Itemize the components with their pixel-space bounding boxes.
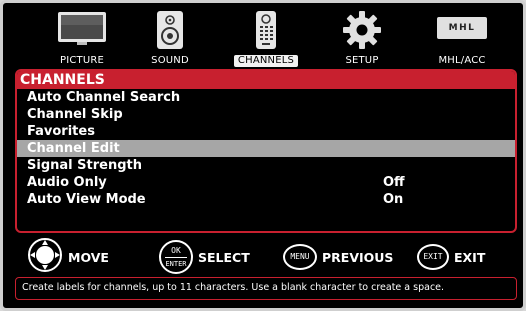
picture-icon xyxy=(55,10,109,50)
menu-item-label: Auto Channel Search xyxy=(27,90,181,105)
legend-exit: EXIT EXIT xyxy=(417,239,485,275)
category-bar: PICTURE SOUND CHANNELS SETUP MHL MHL/ACC xyxy=(17,7,517,69)
ok-key-text: OK xyxy=(171,245,181,255)
exit-button-icon: EXIT xyxy=(417,244,449,270)
category-setup[interactable]: SETUP xyxy=(317,7,407,69)
menu-item-audio-only[interactable]: Audio Only Off xyxy=(17,174,515,191)
legend-move: MOVE xyxy=(27,237,109,277)
category-label-sound: SOUND xyxy=(151,55,189,66)
menu-key-text: MENU xyxy=(290,252,310,261)
category-label-setup: SETUP xyxy=(345,55,379,66)
menu-item-label: Channel Skip xyxy=(27,107,123,122)
menu-item-label: Channel Edit xyxy=(27,141,120,156)
menu-item-value: On xyxy=(383,192,404,207)
ok-enter-button-icon: OK ENTER xyxy=(159,240,193,274)
menu-item-value: Off xyxy=(383,175,405,190)
dpad-icon xyxy=(27,237,63,277)
menu-item-label: Favorites xyxy=(27,124,95,139)
menu-item-channel-skip[interactable]: Channel Skip xyxy=(17,106,515,123)
legend-select-label: SELECT xyxy=(198,249,250,265)
menu-button-icon: MENU xyxy=(283,244,317,270)
legend-previous: MENU PREVIOUS xyxy=(283,239,393,275)
help-text: Create labels for channels, up to 11 cha… xyxy=(22,282,445,293)
enter-key-text: ENTER xyxy=(165,259,187,268)
legend-exit-label: EXIT xyxy=(454,249,486,265)
menu-item-channel-edit[interactable]: Channel Edit xyxy=(17,140,515,157)
exit-key-text: EXIT xyxy=(423,252,443,261)
menu-title: CHANNELS xyxy=(17,71,515,89)
menu-list: Auto Channel Search Channel Skip Favorit… xyxy=(17,89,515,208)
mhl-logo-text: MHL xyxy=(448,23,476,33)
menu-item-label: Auto View Mode xyxy=(27,192,146,207)
category-sound[interactable]: SOUND xyxy=(125,7,215,69)
category-label-picture: PICTURE xyxy=(59,55,105,66)
menu-item-signal-strength[interactable]: Signal Strength xyxy=(17,157,515,174)
menu-item-label: Audio Only xyxy=(27,175,107,190)
help-text-box: Create labels for channels, up to 11 cha… xyxy=(15,277,517,300)
category-mhl-acc[interactable]: MHL MHL/ACC xyxy=(417,7,507,69)
legend-move-label: MOVE xyxy=(68,249,109,265)
tv-screen: PICTURE SOUND CHANNELS SETUP MHL MHL/ACC… xyxy=(0,0,526,311)
category-channels[interactable]: CHANNELS xyxy=(221,7,311,69)
menu-item-auto-channel-search[interactable]: Auto Channel Search xyxy=(17,89,515,106)
legend-previous-label: PREVIOUS xyxy=(322,249,394,265)
remote-icon xyxy=(253,10,279,54)
menu-item-label: Signal Strength xyxy=(27,158,142,173)
category-picture[interactable]: PICTURE xyxy=(37,7,127,69)
category-label-mhl-acc: MHL/ACC xyxy=(438,55,486,66)
channels-menu-panel: CHANNELS Auto Channel Search Channel Ski… xyxy=(15,69,517,233)
button-legend: MOVE OK ENTER SELECT MENU PREVIOUS EXIT … xyxy=(15,237,517,277)
menu-item-auto-view-mode[interactable]: Auto View Mode On xyxy=(17,191,515,208)
mhl-logo-icon: MHL xyxy=(437,17,487,39)
category-label-channels: CHANNELS xyxy=(233,55,299,67)
legend-select: OK ENTER SELECT xyxy=(159,239,250,275)
menu-item-favorites[interactable]: Favorites xyxy=(17,123,515,140)
gear-icon xyxy=(342,10,382,54)
speaker-icon xyxy=(155,10,185,54)
